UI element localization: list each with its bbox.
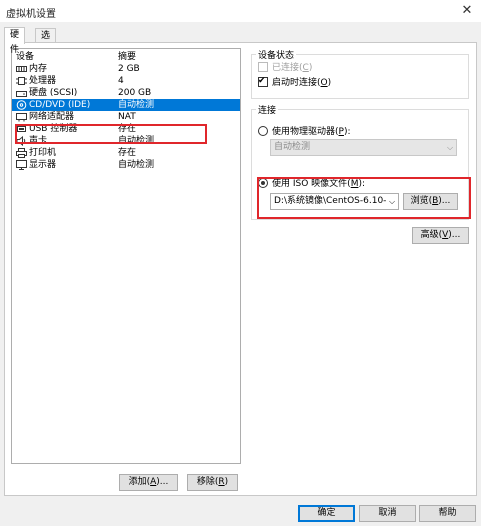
physical-drive-label: 使用物理驱动器(P): xyxy=(272,127,351,137)
connection-legend: 连接 xyxy=(256,103,279,116)
device-list-header: 设备 摘要 xyxy=(12,51,240,63)
device-row-printer[interactable]: 打印机 存在 xyxy=(12,147,240,159)
device-list[interactable]: 设备 摘要 内存 2 GB 处理器 4 硬盘 (SCSI) 200 GB CD/… xyxy=(11,48,241,464)
add-device-button[interactable]: 添加(A)... xyxy=(119,474,178,491)
device-row-network-adapter[interactable]: 网络适配器 NAT xyxy=(12,111,240,123)
device-row-hard-disk[interactable]: 硬盘 (SCSI) 200 GB xyxy=(12,87,240,99)
iso-path-combo[interactable]: D:\系统镜像\CentOS-6.10-x86 ⌵ xyxy=(270,193,399,210)
device-name: 声卡 xyxy=(29,136,48,146)
ok-button[interactable]: 确定 xyxy=(298,505,355,522)
window-title: 虚拟机设置 xyxy=(6,9,56,20)
display-icon xyxy=(16,160,27,170)
device-row-processor[interactable]: 处理器 4 xyxy=(12,75,240,87)
remove-device-button[interactable]: 移除(R) xyxy=(187,474,238,491)
physical-drive-radio[interactable] xyxy=(258,126,268,136)
connection-group: 连接 使用物理驱动器(P): 自动检测 ⌵ 使用 ISO 映像文件(M): D:… xyxy=(251,103,469,220)
cd-dvd-icon xyxy=(16,100,27,110)
device-summary: 存在 xyxy=(118,124,137,134)
browse-button[interactable]: 浏览(B)... xyxy=(403,193,458,210)
printer-icon xyxy=(16,148,27,158)
device-name: 网络适配器 xyxy=(29,112,75,122)
help-button[interactable]: 帮助 xyxy=(419,505,476,522)
device-name: USB 控制器 xyxy=(29,124,78,134)
device-name: 显示器 xyxy=(29,160,57,170)
device-name: 内存 xyxy=(29,64,48,74)
speaker-icon xyxy=(16,136,26,146)
device-summary: 自动检测 xyxy=(118,160,155,170)
chevron-down-icon[interactable]: ⌵ xyxy=(386,194,398,209)
device-summary: 2 GB xyxy=(118,64,140,74)
chevron-down-icon: ⌵ xyxy=(446,143,454,152)
checkmark-icon: ✔ xyxy=(258,76,266,86)
iso-image-label: 使用 ISO 映像文件(M): xyxy=(272,179,365,189)
device-status-group: 设备状态 已连接(C) ✔ 启动时连接(O) xyxy=(251,48,469,99)
device-name: 硬盘 (SCSI) xyxy=(29,88,78,98)
tab-hardware[interactable]: 硬件 xyxy=(4,27,26,55)
radio-selected-dot xyxy=(261,181,265,185)
connect-at-power-on-label: 启动时连接(O) xyxy=(272,78,332,88)
connected-label: 已连接(C) xyxy=(272,63,313,73)
title-bar: 虚拟机设置 ✕ xyxy=(0,0,481,23)
device-summary: 自动检测 xyxy=(118,136,155,146)
device-summary: NAT xyxy=(118,112,136,122)
hard-disk-icon xyxy=(16,91,27,97)
advanced-button[interactable]: 高级(V)... xyxy=(412,227,469,244)
usb-icon xyxy=(17,126,26,132)
device-row-usb-controller[interactable]: USB 控制器 存在 xyxy=(12,123,240,135)
cancel-button[interactable]: 取消 xyxy=(359,505,416,522)
connected-checkbox[interactable] xyxy=(258,62,268,72)
physical-drive-select[interactable]: 自动检测 ⌵ xyxy=(270,139,457,156)
memory-icon xyxy=(16,66,27,72)
device-row-cd-dvd[interactable]: CD/DVD (IDE) 自动检测 xyxy=(12,99,240,111)
close-icon[interactable]: ✕ xyxy=(453,0,481,22)
device-summary: 4 xyxy=(118,76,124,86)
device-summary: 存在 xyxy=(118,148,137,158)
summary-column-header[interactable]: 摘要 xyxy=(118,51,136,63)
hardware-tab-page: 设备 摘要 内存 2 GB 处理器 4 硬盘 (SCSI) 200 GB CD/… xyxy=(4,42,477,496)
device-summary: 自动检测 xyxy=(118,100,155,110)
device-name: 打印机 xyxy=(29,148,57,158)
settings-dialog: 硬件 选项 设备 摘要 内存 2 GB 处理器 4 硬盘 (SCSI) 200 … xyxy=(0,22,481,526)
connect-at-power-on-checkbox[interactable]: ✔ xyxy=(258,76,268,87)
iso-image-radio[interactable] xyxy=(258,178,268,188)
cpu-icon xyxy=(16,77,27,85)
device-row-sound-card[interactable]: 声卡 自动检测 xyxy=(12,135,240,147)
device-row-memory[interactable]: 内存 2 GB xyxy=(12,63,240,75)
network-adapter-icon xyxy=(16,113,27,122)
device-name: 处理器 xyxy=(29,76,57,86)
device-summary: 200 GB xyxy=(118,88,152,98)
device-name: CD/DVD (IDE) xyxy=(29,100,91,110)
device-row-display[interactable]: 显示器 自动检测 xyxy=(12,159,240,171)
